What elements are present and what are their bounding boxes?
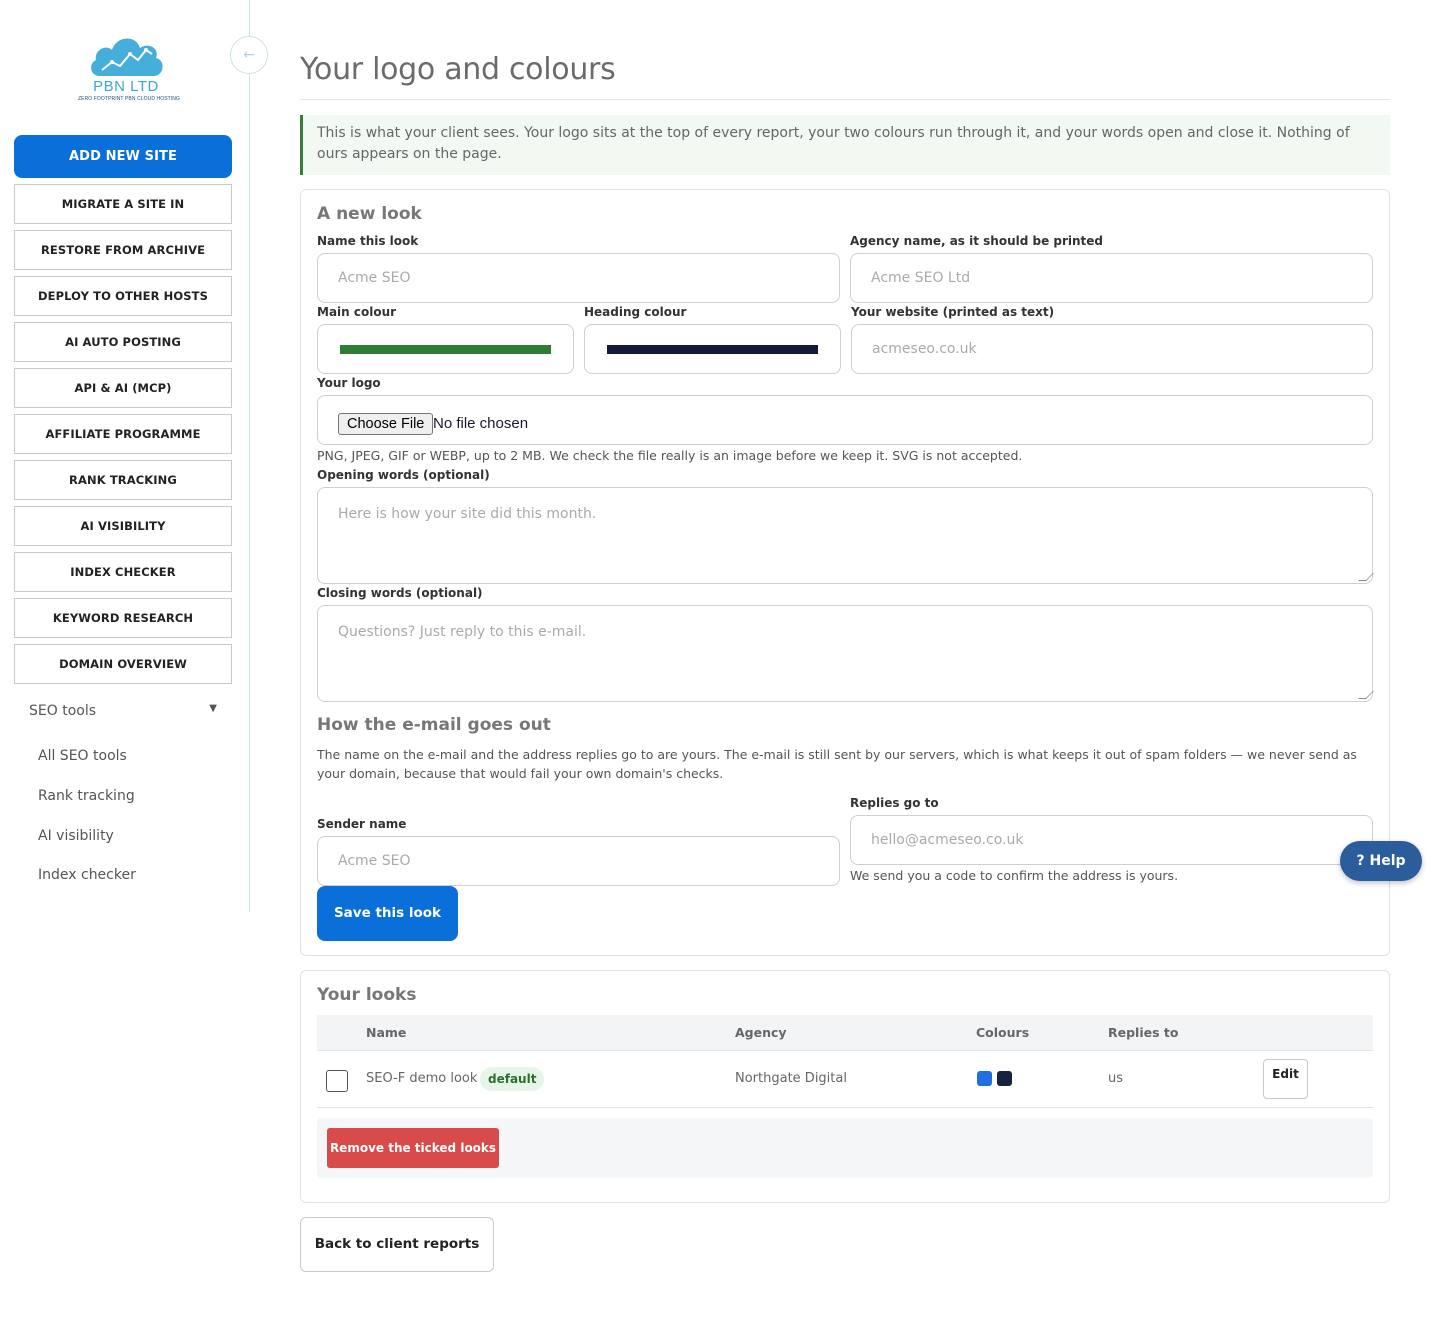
sidebar-nav: ADD NEW SITE MIGRATE A SITE IN RESTORE F… <box>14 135 232 690</box>
your-looks-card: Your looks Name Agency Colours Replies t… <box>300 970 1390 1203</box>
deploy-hosts-button[interactable]: DEPLOY TO OTHER HOSTS <box>14 276 232 316</box>
replies-email-input[interactable]: hello@acmeseo.co.uk <box>850 815 1373 865</box>
sidebar: PBN LTD ZERO FOOTPRINT PBN CLOUD HOSTING… <box>0 0 250 912</box>
remove-ticked-button[interactable]: Remove the ticked looks <box>327 1128 499 1168</box>
main-colour-picker[interactable] <box>317 324 574 374</box>
opening-words-textarea[interactable]: Here is how your site did this month. <box>317 487 1374 584</box>
sender-name-input[interactable]: Acme SEO <box>317 836 840 886</box>
main-colour-swatch <box>340 345 551 354</box>
main-colour-label: Main colour <box>317 305 397 319</box>
heading-colour-picker[interactable] <box>584 324 841 374</box>
new-look-heading: A new look <box>317 204 422 224</box>
page-title: Your logo and colours <box>300 52 616 87</box>
look-agency: Northgate Digital <box>735 1071 847 1086</box>
ai-visibility-button[interactable]: AI VISIBILITY <box>14 506 232 546</box>
website-input[interactable]: acmeseo.co.uk <box>851 324 1373 374</box>
table-row: SEO-F demo look default Northgate Digita… <box>317 1051 1373 1108</box>
migrate-site-button[interactable]: MIGRATE A SITE IN <box>14 184 232 224</box>
keyword-research-button[interactable]: KEYWORD RESEARCH <box>14 598 232 638</box>
sidebar-item-ai-visibility[interactable]: AI visibility <box>38 828 218 844</box>
title-divider <box>300 99 1390 100</box>
sidebar-item-index-checker[interactable]: Index checker <box>38 867 218 883</box>
sidebar-item-rank-tracking[interactable]: Rank tracking <box>38 788 218 804</box>
col-agency: Agency <box>735 1025 787 1040</box>
logo-hint: PNG, JPEG, GIF or WEBP, up to 2 MB. We c… <box>317 448 1023 463</box>
your-looks-heading: Your looks <box>317 985 417 1005</box>
info-notice: This is what your client sees. Your logo… <box>300 115 1390 175</box>
sender-name-label: Sender name <box>317 817 407 831</box>
seo-tools-label: SEO tools <box>29 703 97 719</box>
chevron-down-icon: ▼ <box>209 703 217 714</box>
closing-words-label: Closing words (optional) <box>317 586 483 600</box>
affiliate-programme-button[interactable]: AFFILIATE PROGRAMME <box>14 414 232 454</box>
agency-name-input[interactable]: Acme SEO Ltd <box>850 253 1373 303</box>
col-colours: Colours <box>976 1025 1030 1040</box>
email-heading: How the e-mail goes out <box>317 715 551 735</box>
ai-auto-posting-button[interactable]: AI AUTO POSTING <box>14 322 232 362</box>
replies-label: Replies go to <box>850 796 939 810</box>
restore-archive-button[interactable]: RESTORE FROM ARCHIVE <box>14 230 232 270</box>
look-name: SEO-F demo look <box>366 1071 478 1086</box>
email-explanation: The name on the e-mail and the address r… <box>317 747 1357 781</box>
row-checkbox[interactable] <box>326 1070 348 1092</box>
brand-logo[interactable]: PBN LTD ZERO FOOTPRINT PBN CLOUD HOSTING <box>78 32 181 114</box>
help-button[interactable]: ? Help <box>1340 841 1422 881</box>
name-label: Name this look <box>317 234 419 248</box>
edit-button[interactable]: Edit <box>1263 1059 1308 1099</box>
index-checker-button[interactable]: INDEX CHECKER <box>14 552 232 592</box>
opening-words-label: Opening words (optional) <box>317 468 490 482</box>
look-replies-to: us <box>1108 1071 1124 1086</box>
api-ai-mcp-button[interactable]: API & AI (MCP) <box>14 368 232 408</box>
looks-table-header: Name Agency Colours Replies to <box>317 1015 1373 1051</box>
arrow-left-icon: ← <box>243 47 255 63</box>
back-to-reports-button[interactable]: Back to client reports <box>300 1217 494 1272</box>
main-colour-swatch <box>977 1071 992 1086</box>
add-new-site-button[interactable]: ADD NEW SITE <box>14 135 232 178</box>
agency-label: Agency name, as it should be printed <box>850 234 1104 248</box>
no-file-text: No file chosen <box>433 415 529 432</box>
col-replies-to: Replies to <box>1108 1025 1179 1040</box>
sidebar-item-all-seo-tools[interactable]: All SEO tools <box>38 748 218 764</box>
look-name-input[interactable]: Acme SEO <box>317 253 840 303</box>
heading-colour-swatch <box>997 1071 1012 1086</box>
closing-words-placeholder: Questions? Just reply to this e-mail. <box>338 624 587 640</box>
closing-words-textarea[interactable]: Questions? Just reply to this e-mail. <box>317 605 1374 702</box>
bulk-actions-bar: Remove the ticked looks <box>317 1118 1373 1178</box>
resize-handle-icon[interactable] <box>1358 573 1374 581</box>
website-label: Your website (printed as text) <box>851 305 1055 319</box>
brand-tagline: ZERO FOOTPRINT PBN CLOUD HOSTING <box>78 96 181 102</box>
rank-tracking-button[interactable]: RANK TRACKING <box>14 460 232 500</box>
seo-tools-toggle[interactable]: SEO tools ▼ <box>29 703 219 719</box>
heading-colour-label: Heading colour <box>584 305 687 319</box>
resize-handle-icon[interactable] <box>1358 691 1374 699</box>
brand-name: PBN LTD <box>93 78 159 95</box>
domain-overview-button[interactable]: DOMAIN OVERVIEW <box>14 644 232 684</box>
opening-words-placeholder: Here is how your site did this month. <box>338 506 597 522</box>
replies-hint: We send you a code to confirm the addres… <box>850 868 1179 883</box>
choose-file-button[interactable]: Choose File <box>338 413 434 435</box>
heading-colour-swatch <box>607 345 818 354</box>
cloud-chart-icon <box>91 38 163 76</box>
col-name: Name <box>366 1025 407 1040</box>
default-badge: default <box>480 1067 545 1091</box>
save-look-button[interactable]: Save this look <box>317 886 458 941</box>
collapse-sidebar-button[interactable]: ← <box>230 36 268 74</box>
new-look-card: A new look Name this look Acme SEO Agenc… <box>300 189 1390 956</box>
logo-label: Your logo <box>317 376 381 390</box>
logo-file-field: Choose File No file chosen <box>317 395 1373 445</box>
